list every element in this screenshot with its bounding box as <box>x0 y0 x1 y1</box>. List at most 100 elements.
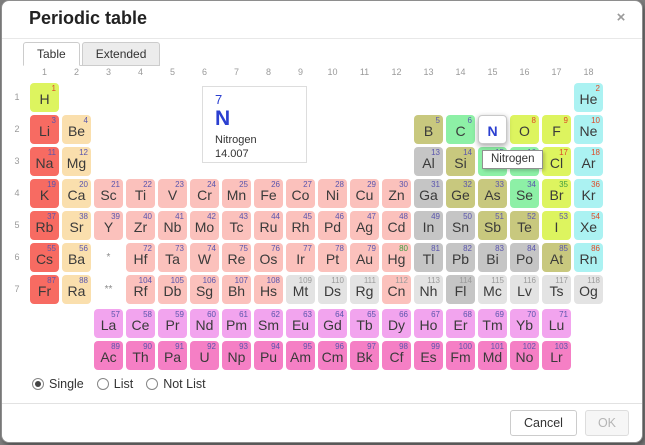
cancel-button[interactable]: Cancel <box>510 410 577 436</box>
element-Ru[interactable]: 44Ru <box>254 211 283 240</box>
element-Fm[interactable]: 100Fm <box>446 341 475 370</box>
element-Lu[interactable]: 71Lu <box>542 309 571 338</box>
element-Ba[interactable]: 56Ba <box>62 243 91 272</box>
element-Am[interactable]: 95Am <box>286 341 315 370</box>
element-Zn[interactable]: 30Zn <box>382 179 411 208</box>
element-Yb[interactable]: 70Yb <box>510 309 539 338</box>
element-Cs[interactable]: 55Cs <box>30 243 59 272</box>
element-Tm[interactable]: 69Tm <box>478 309 507 338</box>
element-Xe[interactable]: 54Xe <box>574 211 603 240</box>
element-Ag[interactable]: 47Ag <box>350 211 379 240</box>
radio-not-list[interactable]: Not List <box>146 377 205 391</box>
element-Na[interactable]: 11Na <box>30 147 59 176</box>
element-Br[interactable]: 35Br <box>542 179 571 208</box>
element-Si[interactable]: 14Si <box>446 147 475 176</box>
element-B[interactable]: 5B <box>414 115 443 144</box>
element-F[interactable]: 9F <box>542 115 571 144</box>
element-Zr[interactable]: 40Zr <box>126 211 155 240</box>
element-Dy[interactable]: 66Dy <box>382 309 411 338</box>
element-Pt[interactable]: 78Pt <box>318 243 347 272</box>
element-Rb[interactable]: 37Rb <box>30 211 59 240</box>
element-Er[interactable]: 68Er <box>446 309 475 338</box>
element-Ce[interactable]: 58Ce <box>126 309 155 338</box>
element-Ge[interactable]: 32Ge <box>446 179 475 208</box>
element-Cf[interactable]: 98Cf <box>382 341 411 370</box>
element-Sb[interactable]: 51Sb <box>478 211 507 240</box>
element-Mg[interactable]: 12Mg <box>62 147 91 176</box>
element-Mn[interactable]: 25Mn <box>222 179 251 208</box>
element-At[interactable]: 85At <box>542 243 571 272</box>
element-Rg[interactable]: 111Rg <box>350 275 379 304</box>
element-Ga[interactable]: 31Ga <box>414 179 443 208</box>
element-Tl[interactable]: 81Tl <box>414 243 443 272</box>
element-Bi[interactable]: 83Bi <box>478 243 507 272</box>
element-Ts[interactable]: 117Ts <box>542 275 571 304</box>
element-Cn[interactable]: 112Cn <box>382 275 411 304</box>
element-Fl[interactable]: 114Fl <box>446 275 475 304</box>
element-O[interactable]: 8O <box>510 115 539 144</box>
element-Co[interactable]: 27Co <box>286 179 315 208</box>
element-Cl[interactable]: 17Cl <box>542 147 571 176</box>
element-Lv[interactable]: 116Lv <box>510 275 539 304</box>
element-Au[interactable]: 79Au <box>350 243 379 272</box>
element-Pb[interactable]: 82Pb <box>446 243 475 272</box>
element-Pd[interactable]: 46Pd <box>318 211 347 240</box>
element-Np[interactable]: 93Np <box>222 341 251 370</box>
element-U[interactable]: 92U <box>190 341 219 370</box>
element-Te[interactable]: 52Te <box>510 211 539 240</box>
element-Ne[interactable]: 10Ne <box>574 115 603 144</box>
element-K[interactable]: 19K <box>30 179 59 208</box>
element-Tb[interactable]: 65Tb <box>350 309 379 338</box>
element-Ta[interactable]: 73Ta <box>158 243 187 272</box>
element-N[interactable]: N <box>478 115 507 144</box>
element-Mt[interactable]: 109Mt <box>286 275 315 304</box>
element-Hs[interactable]: 108Hs <box>254 275 283 304</box>
element-Se[interactable]: 34Se <box>510 179 539 208</box>
element-Og[interactable]: 118Og <box>574 275 603 304</box>
tab-table[interactable]: Table <box>23 42 80 66</box>
ok-button[interactable]: OK <box>585 410 629 436</box>
element-Sg[interactable]: 106Sg <box>190 275 219 304</box>
element-Y[interactable]: 39Y <box>94 211 123 240</box>
element-Bh[interactable]: 107Bh <box>222 275 251 304</box>
element-Po[interactable]: 84Po <box>510 243 539 272</box>
element-Ho[interactable]: 67Ho <box>414 309 443 338</box>
element-Cd[interactable]: 48Cd <box>382 211 411 240</box>
element-Nd[interactable]: 60Nd <box>190 309 219 338</box>
element-Cu[interactable]: 29Cu <box>350 179 379 208</box>
element-Md[interactable]: 101Md <box>478 341 507 370</box>
element-W[interactable]: 74W <box>190 243 219 272</box>
element-Ni[interactable]: 28Ni <box>318 179 347 208</box>
element-Re[interactable]: 75Re <box>222 243 251 272</box>
element-Ac[interactable]: 89Ac <box>94 341 123 370</box>
element-He[interactable]: 2He <box>574 83 603 112</box>
element-C[interactable]: 6C <box>446 115 475 144</box>
element-Os[interactable]: 76Os <box>254 243 283 272</box>
element-Hg[interactable]: 80Hg <box>382 243 411 272</box>
element-Nb[interactable]: 41Nb <box>158 211 187 240</box>
element-Hf[interactable]: 72Hf <box>126 243 155 272</box>
radio-single[interactable]: Single <box>32 377 84 391</box>
element-Fe[interactable]: 26Fe <box>254 179 283 208</box>
element-Fr[interactable]: 87Fr <box>30 275 59 304</box>
element-In[interactable]: 49In <box>414 211 443 240</box>
element-Mo[interactable]: 42Mo <box>190 211 219 240</box>
element-Ds[interactable]: 110Ds <box>318 275 347 304</box>
element-Th[interactable]: 90Th <box>126 341 155 370</box>
element-Rn[interactable]: 86Rn <box>574 243 603 272</box>
element-Pu[interactable]: 94Pu <box>254 341 283 370</box>
element-Ir[interactable]: 77Ir <box>286 243 315 272</box>
element-Kr[interactable]: 36Kr <box>574 179 603 208</box>
tab-extended[interactable]: Extended <box>82 42 161 66</box>
close-button[interactable]: × <box>613 10 629 26</box>
element-Es[interactable]: 99Es <box>414 341 443 370</box>
element-Rh[interactable]: 45Rh <box>286 211 315 240</box>
element-Eu[interactable]: 63Eu <box>286 309 315 338</box>
element-V[interactable]: 23V <box>158 179 187 208</box>
element-Sc[interactable]: 21Sc <box>94 179 123 208</box>
element-Pr[interactable]: 59Pr <box>158 309 187 338</box>
element-Be[interactable]: 4Be <box>62 115 91 144</box>
element-Sr[interactable]: 38Sr <box>62 211 91 240</box>
element-Sm[interactable]: 62Sm <box>254 309 283 338</box>
element-Al[interactable]: 13Al <box>414 147 443 176</box>
